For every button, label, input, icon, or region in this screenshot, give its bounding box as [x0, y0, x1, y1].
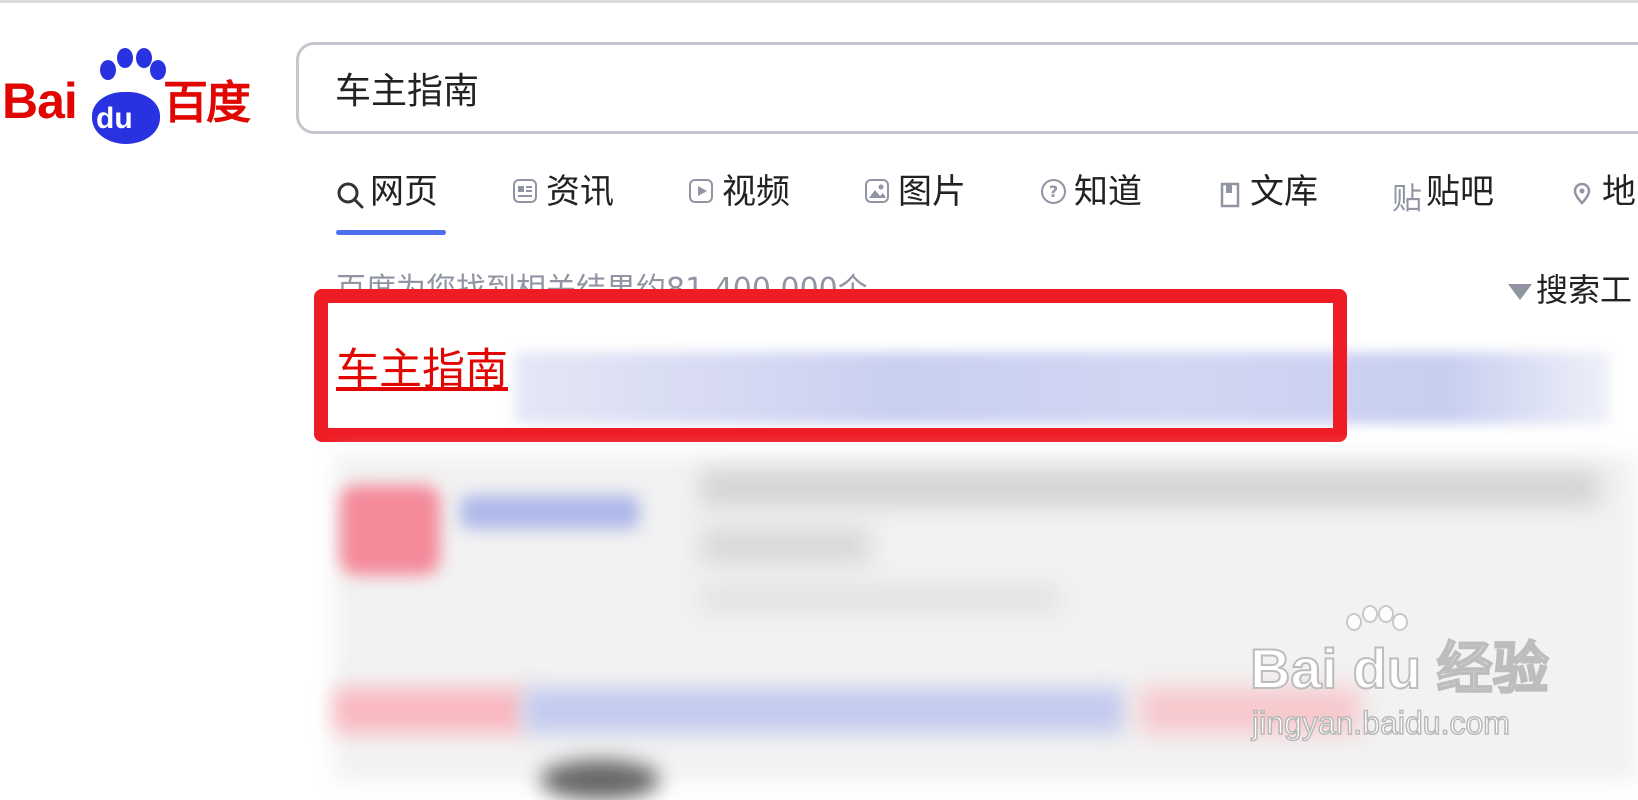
tab-label: 贴吧	[1426, 172, 1494, 212]
video-icon	[688, 178, 716, 206]
logo-text-cn: 百度	[163, 76, 251, 129]
tab-label: 视频	[722, 172, 790, 212]
watermark-url: jingyan.baidu.com	[1251, 704, 1510, 742]
tab-label: 知道	[1074, 172, 1142, 212]
search-input[interactable]: 车主指南	[296, 42, 1638, 134]
map-icon	[1568, 178, 1596, 206]
tab-tieba[interactable]: 贴 贴吧	[1392, 170, 1494, 217]
paw-toe-icon	[117, 48, 133, 68]
blurred-link	[460, 495, 640, 529]
baidu-logo[interactable]: Bai du 百度	[0, 44, 260, 144]
logo-text-du: du	[96, 102, 133, 135]
active-tab-indicator	[336, 230, 446, 235]
tab-map[interactable]: 地	[1568, 170, 1636, 214]
tab-image[interactable]: 图片	[864, 170, 966, 214]
search-query-text[interactable]: 车主指南	[335, 71, 479, 113]
question-icon: ?	[1040, 178, 1068, 206]
tab-label: 网页	[370, 172, 438, 212]
blurred-thumbnail	[340, 485, 440, 575]
document-icon	[1216, 178, 1244, 208]
tab-zhidao[interactable]: ? 知道	[1040, 170, 1142, 214]
news-icon	[512, 178, 540, 206]
paw-toe-icon	[136, 48, 152, 68]
tab-label: 资讯	[546, 172, 614, 212]
watermark-paw-icon	[1362, 605, 1378, 623]
paw-toe-icon	[100, 60, 116, 80]
watermark: Bai du 经验 jingyan.baidu.com	[1249, 605, 1550, 745]
watermark-paw-icon	[1346, 613, 1362, 631]
search-icon	[336, 178, 364, 209]
watermark-paw-icon	[1392, 613, 1408, 631]
tab-web[interactable]: 网页	[336, 170, 438, 214]
tab-label: 地	[1602, 172, 1636, 212]
blurred-text	[700, 585, 1060, 613]
search-tools-label: 搜索工	[1536, 271, 1633, 309]
top-border	[0, 0, 1638, 3]
image-icon	[864, 178, 892, 206]
filter-icon	[1508, 284, 1532, 300]
tab-wenku[interactable]: 文库	[1216, 170, 1318, 214]
blurred-title	[334, 688, 524, 733]
tab-video[interactable]: 视频	[688, 170, 790, 214]
blurred-text	[700, 528, 870, 564]
tieba-icon: 贴	[1392, 182, 1422, 217]
blurred-avatar	[540, 760, 660, 800]
tab-label: 图片	[898, 172, 966, 212]
blurred-text	[700, 470, 1600, 506]
watermark-brand: Bai du 经验	[1249, 637, 1550, 700]
tab-news[interactable]: 资讯	[512, 170, 614, 214]
search-tools-button[interactable]: 搜索工	[1508, 270, 1632, 310]
highlight-annotation	[314, 289, 1347, 442]
logo-text-bai: Bai	[2, 73, 78, 129]
tab-label: 文库	[1250, 172, 1318, 212]
blurred-title	[524, 688, 1124, 733]
